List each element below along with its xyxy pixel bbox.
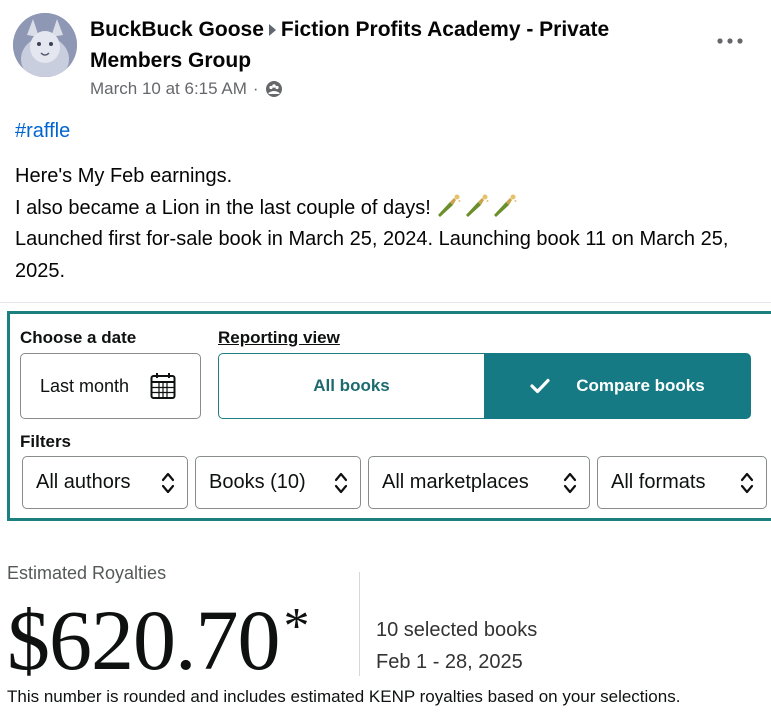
royalties-asterisk: * [283, 598, 310, 655]
compare-books-label: Compare books [576, 376, 705, 395]
author-name[interactable]: BuckBuck Goose [90, 18, 264, 41]
filter-authors-value: All authors [36, 471, 131, 493]
post-line: Here's My Feb earnings. [15, 165, 233, 187]
selected-books-count: 10 selected books [376, 619, 538, 641]
filter-books-value: Books (10) [209, 471, 306, 493]
date-picker-value: Last month [40, 375, 130, 396]
chevron-up-down-icon [563, 472, 577, 494]
more-options-button[interactable] [715, 30, 745, 52]
royalties-footnote: This number is rounded and includes esti… [7, 687, 681, 706]
reporting-view-label[interactable]: Reporting view [218, 328, 340, 348]
group-members-icon [265, 81, 282, 97]
choose-date-label: Choose a date [20, 328, 137, 347]
post-line: Launched first for-sale book in March 25… [15, 228, 729, 282]
post-timestamp[interactable]: March 10 at 6:15 AM [90, 79, 247, 99]
filter-authors[interactable]: All authors [22, 456, 188, 509]
bottle-with-popping-cork-icon [465, 194, 489, 217]
filter-formats-value: All formats [611, 471, 706, 493]
post-text: Here's My Feb earnings. I also became a … [15, 161, 760, 287]
bottle-with-popping-cork-icon [493, 194, 517, 217]
date-picker[interactable]: Last month [20, 353, 201, 419]
post-title: BuckBuck Goose Fiction Profits Academy - … [90, 14, 690, 76]
hashtag-link[interactable]: #raffle [15, 120, 70, 143]
checkmark-icon [530, 378, 550, 394]
post-meta: March 10 at 6:15 AM · [90, 79, 690, 99]
filter-marketplaces[interactable]: All marketplaces [368, 456, 590, 509]
summary-divider [359, 572, 360, 676]
bottle-with-popping-cork-icon [437, 194, 461, 217]
chevron-up-down-icon [161, 472, 175, 494]
bottle-emojis [435, 193, 517, 217]
royalties-amount: $620.70* [7, 581, 310, 688]
author-avatar[interactable] [13, 13, 77, 77]
kdp-report-controls: Choose a date Last month Reporting view … [7, 311, 771, 521]
filter-books[interactable]: Books (10) [195, 456, 361, 509]
all-books-toggle[interactable]: All books [218, 353, 485, 419]
post-line-with-emoji: I also became a Lion in the last couple … [15, 193, 760, 225]
post-header: BuckBuck Goose Fiction Profits Academy - … [90, 14, 690, 99]
play-arrow-icon [268, 24, 276, 36]
post-line: I also became a Lion in the last couple … [15, 196, 431, 219]
chevron-up-down-icon [334, 472, 348, 494]
calendar-icon [150, 373, 176, 399]
filter-formats[interactable]: All formats [597, 456, 767, 509]
report-date-range: Feb 1 - 28, 2025 [376, 651, 523, 673]
compare-books-toggle[interactable]: Compare books [484, 353, 751, 419]
more-options-icon [717, 38, 743, 44]
chevron-up-down-icon [740, 472, 754, 494]
avatar-image [13, 13, 77, 77]
filters-label: Filters [20, 432, 72, 451]
royalties-value: $620.70 [7, 592, 280, 688]
post-divider [0, 302, 771, 303]
filter-marketplaces-value: All marketplaces [382, 471, 529, 493]
meta-separator: · [252, 79, 259, 98]
